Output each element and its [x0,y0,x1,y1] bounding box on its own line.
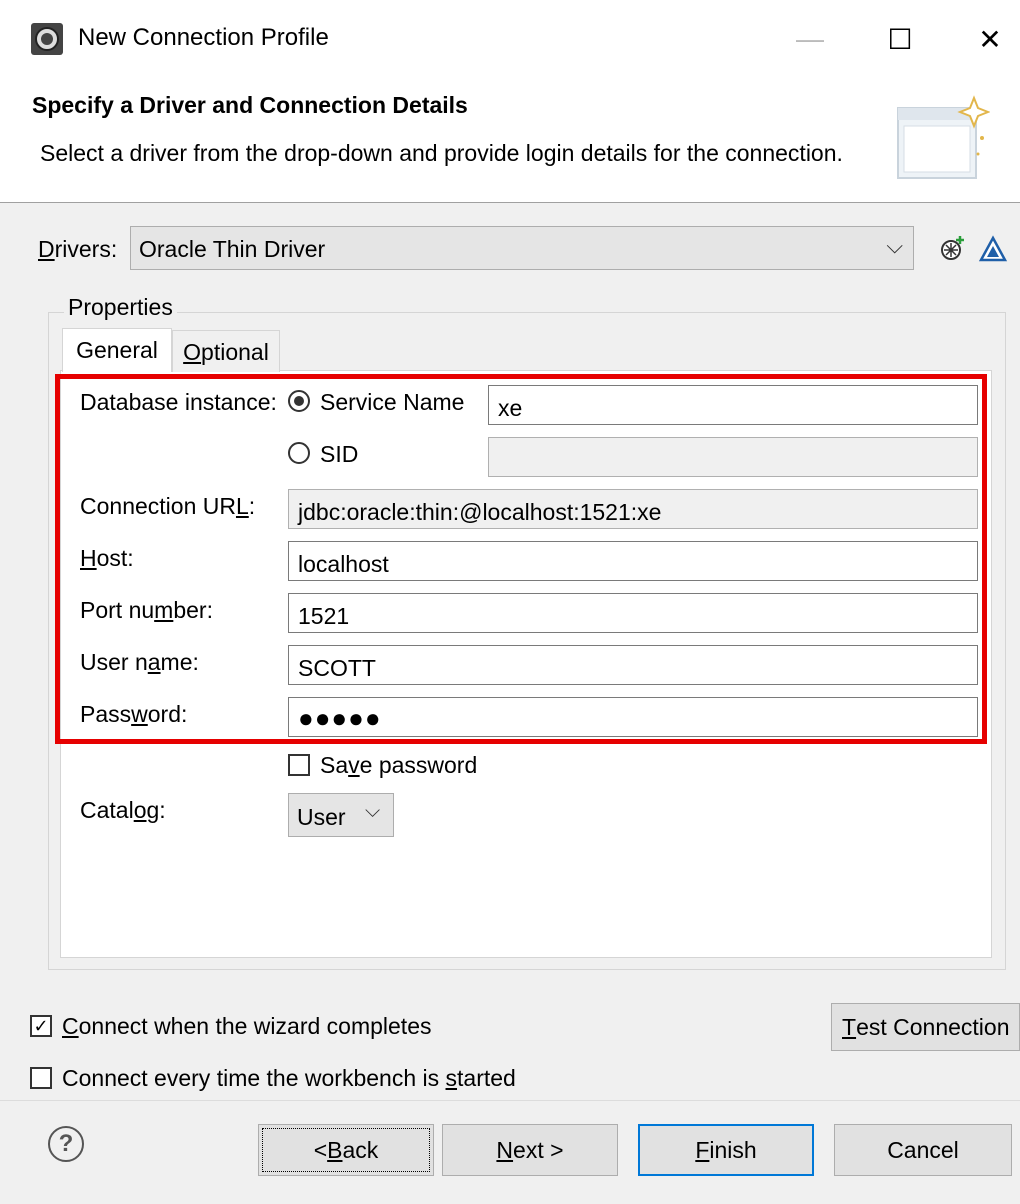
connect-every-time-checkbox[interactable] [30,1067,52,1089]
chevron-down-icon: ⌵ [365,800,381,822]
tab-optional[interactable]: Optional [172,330,280,372]
catalog-label: Catalog: [80,797,166,823]
chevron-down-icon: ⌵ [886,233,903,258]
connect-every-time-label[interactable]: Connect every time the workbench is star… [62,1065,516,1092]
footer-separator [0,1100,1020,1101]
drivers-selected: Oracle Thin Driver [139,236,326,262]
cancel-button[interactable]: Cancel [834,1124,1012,1176]
save-password-checkbox[interactable] [288,754,310,776]
next-button[interactable]: Next > [442,1124,618,1176]
eclipse-icon [30,22,64,56]
window-title: New Connection Profile [78,24,329,51]
page-title: Specify a Driver and Connection Details [32,92,468,118]
connect-on-complete-checkbox[interactable]: ✓ [30,1015,52,1037]
maximize-button[interactable]: ☐ [870,10,930,68]
drivers-label: Drivers: [38,236,118,262]
close-button[interactable]: ✕ [960,10,1020,68]
connect-on-complete-label[interactable]: Connect when the wizard completes [62,1013,432,1040]
help-icon[interactable]: ? [48,1126,84,1162]
tab-general[interactable]: General [62,328,172,372]
catalog-selected: User [297,804,346,830]
new-driver-icon[interactable] [938,234,968,264]
minimize-button[interactable]: — [780,10,840,68]
page-description: Select a driver from the drop-down and p… [40,140,843,166]
test-connection-button[interactable]: Test Connection [831,1003,1020,1051]
catalog-dropdown[interactable]: User ⌵ [288,793,394,837]
wizard-banner-icon [894,94,991,190]
properties-group-label: Properties [64,294,177,321]
finish-button[interactable]: Finish [638,1124,814,1176]
edit-driver-icon[interactable] [978,234,1008,264]
back-button[interactable]: < Back [258,1124,434,1176]
drivers-dropdown[interactable]: Oracle Thin Driver ⌵ [130,226,914,270]
save-password-label[interactable]: Save password [320,752,477,779]
highlight-box [55,374,987,744]
